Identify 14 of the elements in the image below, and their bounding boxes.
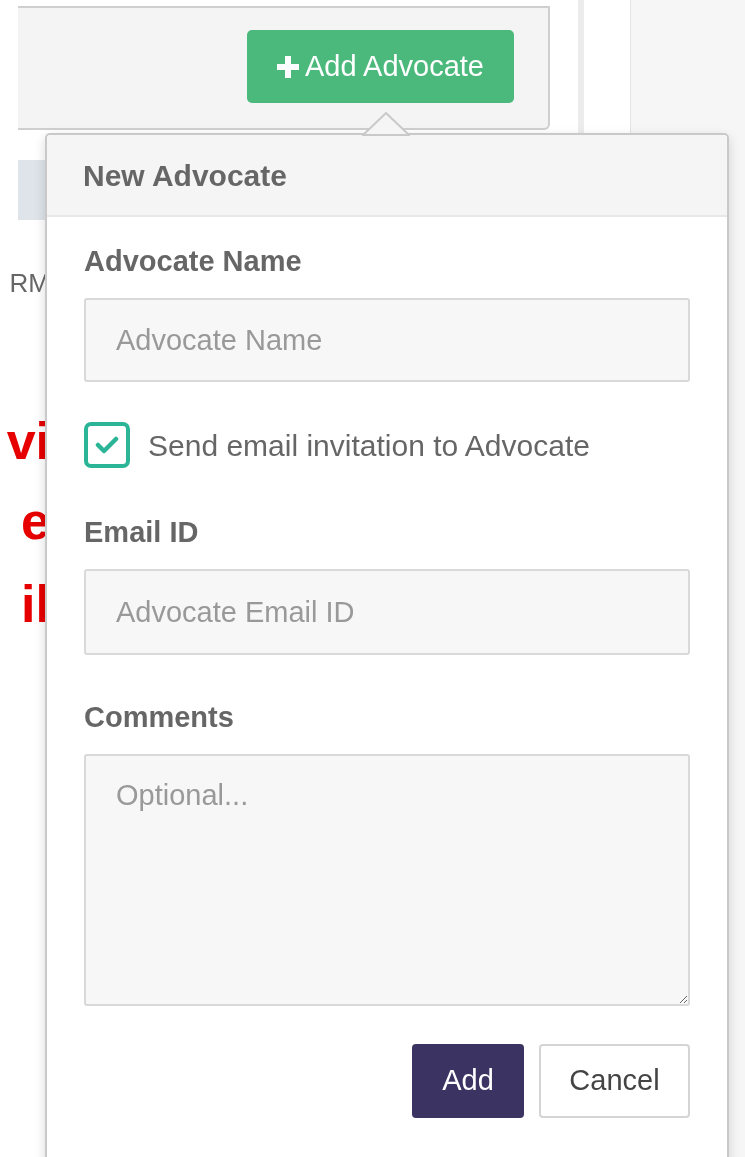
- checkbox-label: Send email invitation to Advocate: [148, 427, 590, 464]
- field-label: Advocate Name: [84, 247, 303, 276]
- comments-text-area[interactable]: Optional...: [84, 754, 690, 1006]
- invite-checkbox[interactable]: [84, 422, 130, 468]
- side-panel: [18, 160, 48, 220]
- check-icon: [95, 435, 119, 455]
- field-label: Comments: [84, 703, 235, 732]
- popover-title: New Advocate: [83, 157, 287, 194]
- field-label: Email ID: [84, 518, 200, 547]
- add-button[interactable]: Add: [412, 1044, 524, 1118]
- plus-icon: [277, 55, 299, 78]
- email-input-field[interactable]: Advocate Email ID: [84, 569, 690, 655]
- name-input-field[interactable]: Advocate Name: [84, 298, 690, 382]
- cancel-button[interactable]: Cancel: [539, 1044, 690, 1118]
